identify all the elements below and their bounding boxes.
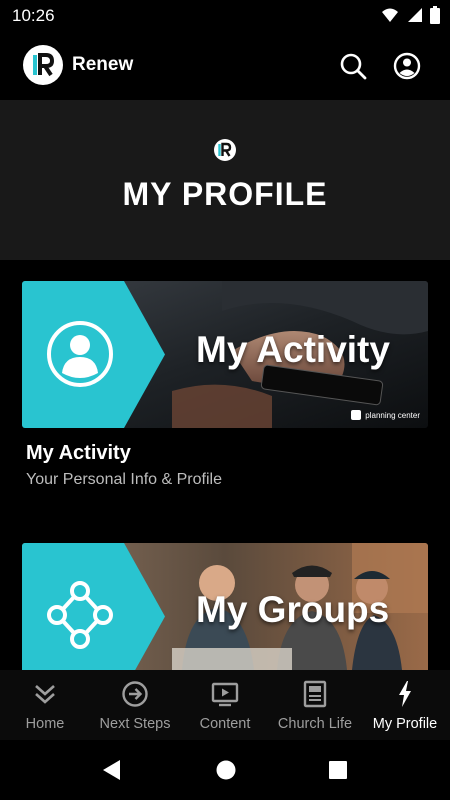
card-badge — [22, 281, 165, 428]
nav-label: Content — [199, 716, 251, 732]
my-activity-card[interactable]: My Activity planning center My Activity … — [22, 281, 428, 489]
app-bar: Renew — [0, 32, 450, 100]
nav-item-content[interactable]: Content — [180, 670, 270, 740]
card-title[interactable]: My Activity — [22, 442, 428, 465]
page-title: MY PROFILE — [122, 176, 328, 212]
account-icon[interactable] — [392, 51, 422, 81]
recents-icon[interactable] — [326, 758, 350, 782]
battery-icon — [430, 6, 440, 24]
nav-item-next-steps[interactable]: Next Steps — [90, 670, 180, 740]
card-image[interactable]: My Groups — [22, 543, 428, 670]
my-groups-card[interactable]: My Groups — [22, 543, 428, 670]
newspaper-icon — [303, 680, 327, 708]
search-icon[interactable] — [338, 51, 368, 81]
double-chevron-down-icon — [35, 685, 55, 704]
system-nav — [0, 740, 450, 800]
wifi-icon — [382, 8, 398, 22]
back-icon[interactable] — [100, 758, 124, 782]
app-title: Renew — [72, 54, 134, 75]
nav-item-home[interactable]: Home — [0, 670, 90, 740]
renew-mark-icon — [214, 139, 236, 161]
nav-item-my-profile[interactable]: My Profile — [360, 670, 450, 740]
planning-center-icon — [351, 410, 362, 420]
nav-label: Church Life — [277, 716, 353, 732]
card-overlay-title: My Groups — [196, 589, 390, 630]
arrow-circle-icon — [122, 681, 148, 707]
card-badge — [22, 543, 165, 670]
status-icons — [382, 6, 440, 24]
renew-logo[interactable] — [23, 45, 63, 85]
nav-label: My Profile — [372, 716, 438, 732]
status-time: 10:26 — [12, 6, 55, 25]
home-circle-icon[interactable] — [214, 758, 238, 782]
card-subtitle: Your Personal Info & Profile — [26, 471, 222, 488]
planning-center-badge: planning center — [351, 410, 420, 420]
status-bar: 10:26 — [0, 0, 450, 32]
renew-logo-icon — [33, 53, 55, 77]
profile-hero: MY PROFILE — [0, 100, 450, 260]
card-overlay-title: My Activity — [196, 329, 390, 370]
nav-label: Home — [25, 716, 65, 732]
nav-label: Next Steps — [99, 716, 171, 732]
card-image[interactable]: My Activity planning center — [22, 281, 428, 428]
bottom-nav: Home Next Steps Content Church Life My P… — [0, 670, 450, 740]
tv-play-icon — [211, 682, 239, 707]
nav-item-church-life[interactable]: Church Life — [270, 670, 360, 740]
signal-icon — [408, 8, 422, 22]
lightning-icon — [399, 681, 411, 707]
